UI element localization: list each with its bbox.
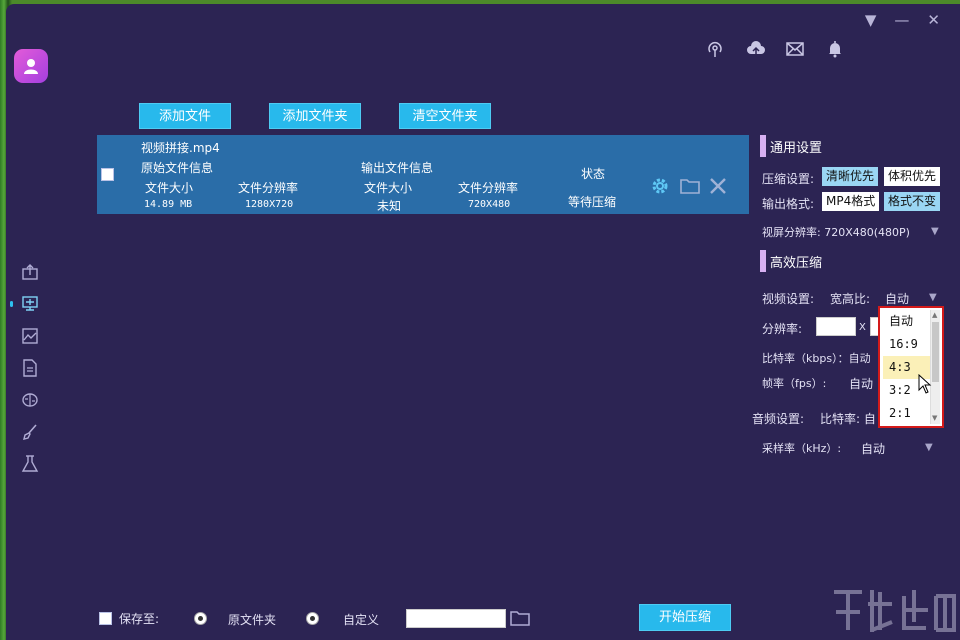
out-size-label: 文件大小: [364, 181, 413, 195]
out-size-value: 未知: [377, 199, 402, 213]
section-marker: [760, 135, 766, 157]
image-upload-icon[interactable]: [20, 262, 40, 282]
radio-dot: [310, 616, 315, 621]
minimize-icon[interactable]: —: [894, 12, 909, 28]
chevron-down-icon[interactable]: ▼: [931, 226, 939, 237]
audio-bitrate-label: 比特率: 自: [820, 412, 876, 426]
dropdown-menu-icon[interactable]: ▼: [865, 12, 877, 28]
file-name: 视频拼接.mp4: [141, 141, 220, 155]
app-logo: [14, 49, 48, 83]
screen-resolution-select[interactable]: 视屏分辨率: 720X480(480P): [762, 224, 910, 240]
gear-icon[interactable]: [649, 175, 671, 197]
aspect-ratio-option[interactable]: 2:1: [883, 402, 933, 425]
add-folder-button[interactable]: 添加文件夹: [269, 103, 361, 129]
save-to-label: 保存至:: [119, 612, 160, 626]
file-checkbox[interactable]: [101, 168, 114, 181]
out-resolution-value: 720X480: [468, 199, 511, 210]
aspect-ratio-label: 宽高比:: [830, 292, 871, 306]
framerate-select[interactable]: 自动: [849, 375, 873, 392]
add-file-button[interactable]: 添加文件: [139, 103, 231, 129]
app-window: ▼ — ✕ 添加文件 添加文件夹 清空文件夹 视频拼接.mp4 原始文件信息 文…: [6, 4, 960, 640]
mail-icon[interactable]: [786, 40, 804, 58]
side-nav: [10, 262, 40, 474]
browse-folder-icon[interactable]: [509, 608, 531, 631]
image-compress-icon[interactable]: [20, 326, 40, 346]
output-format-label: 输出格式:: [762, 197, 815, 211]
aspect-ratio-dropdown[interactable]: 自动 16:9 4:3 3:2 2:1 ▲ ▼: [878, 306, 944, 428]
keep-format-option[interactable]: 格式不变: [884, 192, 941, 211]
resolution-value: 1280X720: [245, 199, 294, 210]
video-compress-icon[interactable]: [10, 294, 40, 314]
resolution-x-separator: X: [859, 322, 866, 333]
status-label: 状态: [581, 167, 606, 181]
site-watermark-logo: [834, 590, 956, 632]
samplerate-label: 采样率（kHz）:: [762, 442, 842, 455]
out-resolution-label: 文件分辨率: [458, 181, 519, 195]
framerate-label: 帧率（fps）:: [762, 377, 827, 390]
save-to-checkbox[interactable]: [99, 612, 112, 625]
clear-folder-button[interactable]: 清空文件夹: [399, 103, 491, 129]
start-compress-button[interactable]: 开始压缩: [639, 604, 731, 631]
pdf-compress-icon[interactable]: [20, 358, 40, 378]
mp4-format-option[interactable]: MP4格式: [822, 192, 880, 211]
scroll-up-icon[interactable]: ▲: [932, 311, 937, 319]
audio-settings-label: 音频设置:: [752, 412, 805, 426]
file-row[interactable]: 视频拼接.mp4 原始文件信息 文件大小 14.89 MB 文件分辨率 1280…: [97, 135, 749, 214]
resolution-width-input[interactable]: [816, 317, 856, 336]
mouse-cursor-icon: [918, 374, 932, 394]
chevron-down-icon[interactable]: ▼: [925, 442, 933, 453]
general-settings-header: 通用设置: [760, 135, 822, 157]
general-settings-title: 通用设置: [770, 140, 823, 156]
samplerate-select[interactable]: 自动: [861, 440, 885, 457]
status-value: 等待压缩: [568, 195, 617, 209]
original-folder-radio[interactable]: [194, 612, 207, 625]
top-icon-bar: [706, 40, 844, 58]
window-controls: ▼ — ✕: [865, 12, 940, 28]
compress-setting-label: 压缩设置:: [762, 172, 815, 186]
brain-icon[interactable]: [20, 390, 40, 410]
bottom-bar: 保存至: 原文件夹 自定义 开始压缩: [6, 602, 960, 636]
section-marker: [760, 250, 766, 272]
brush-icon[interactable]: [20, 422, 40, 442]
aspect-ratio-option[interactable]: 16:9: [883, 333, 933, 356]
size-first-option[interactable]: 体积优先: [884, 167, 941, 186]
efficient-compress-header: 高效压缩: [760, 250, 822, 272]
output-info-label: 输出文件信息: [361, 161, 434, 175]
save-path-input[interactable]: [406, 609, 506, 628]
size-label: 文件大小: [145, 181, 194, 195]
chevron-down-icon[interactable]: ▼: [929, 292, 937, 303]
custom-folder-label: 自定义: [343, 613, 380, 627]
aspect-ratio-options: 自动 16:9 4:3 3:2 2:1: [883, 310, 933, 425]
folder-icon[interactable]: [679, 175, 701, 197]
broadcast-icon[interactable]: [706, 40, 724, 58]
dropdown-scrollbar[interactable]: ▲ ▼: [930, 310, 940, 424]
original-info-label: 原始文件信息: [141, 161, 214, 175]
aspect-ratio-option[interactable]: 自动: [883, 310, 933, 333]
aspect-ratio-select[interactable]: 自动: [885, 290, 909, 307]
delete-icon[interactable]: [707, 175, 729, 197]
original-folder-label: 原文件夹: [228, 613, 277, 627]
bell-icon[interactable]: [826, 40, 844, 58]
user-icon: [24, 59, 38, 74]
video-settings-label: 视频设置:: [762, 292, 815, 306]
resolution-label: 文件分辨率: [238, 181, 299, 195]
clarity-first-option[interactable]: 清晰优先: [822, 167, 879, 186]
radio-dot: [198, 616, 203, 621]
custom-folder-radio[interactable]: [306, 612, 319, 625]
size-value: 14.89 MB: [144, 199, 193, 210]
efficient-compress-title: 高效压缩: [770, 255, 823, 271]
scroll-thumb[interactable]: [932, 322, 939, 382]
scroll-down-icon[interactable]: ▼: [932, 414, 937, 422]
flask-icon[interactable]: [20, 454, 40, 474]
cloud-upload-icon[interactable]: [746, 40, 765, 58]
close-icon[interactable]: ✕: [927, 12, 940, 28]
resolution-setting-label: 分辨率:: [762, 322, 803, 336]
bitrate-label: 比特率（kbps）：自动: [762, 352, 871, 365]
